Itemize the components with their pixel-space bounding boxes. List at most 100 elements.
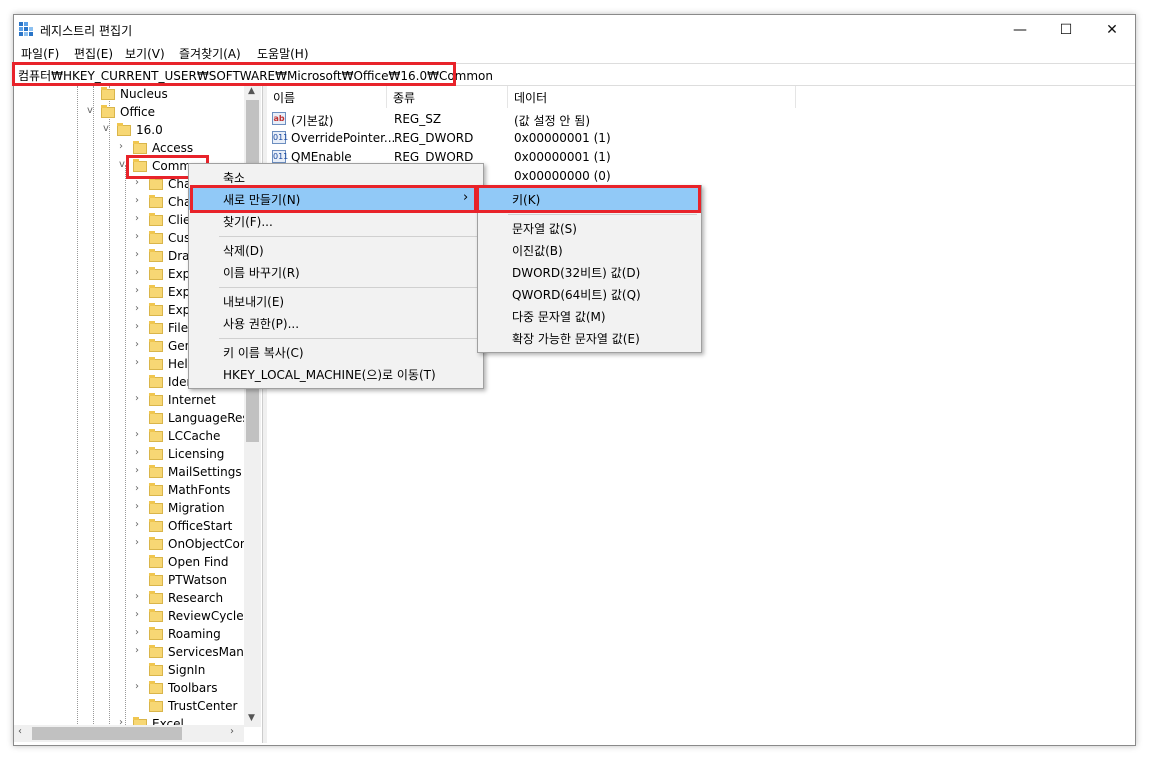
chevron-right-icon[interactable]: ›	[135, 501, 139, 512]
chevron-down-icon[interactable]: v	[103, 123, 109, 134]
submenu-item-qword[interactable]: QWORD(64비트) 값(Q)	[478, 283, 701, 305]
tree-node-label: ReviewCycle	[168, 609, 244, 623]
chevron-right-icon[interactable]: ›	[135, 303, 139, 314]
chevron-right-icon[interactable]: ›	[135, 609, 139, 620]
chevron-right-icon[interactable]: ›	[135, 267, 139, 278]
chevron-right-icon[interactable]: ›	[135, 447, 139, 458]
folder-icon	[133, 159, 147, 172]
folder-icon	[149, 231, 163, 244]
tree-node-label: OfficeStart	[168, 519, 233, 533]
menu-item-rename[interactable]: 이름 바꾸기(R)	[189, 261, 483, 283]
chevron-right-icon[interactable]: ›	[135, 519, 139, 530]
scroll-right-icon[interactable]: ›	[230, 726, 234, 737]
scroll-up-icon[interactable]: ▲	[248, 86, 255, 96]
menu-edit[interactable]: 편집(E)	[74, 45, 113, 62]
chevron-right-icon[interactable]: ›	[135, 483, 139, 494]
menu-bar: 파일(F) 편집(E) 보기(V) 즐겨찾기(A) 도움말(H)	[14, 45, 1135, 63]
chevron-right-icon[interactable]: ›	[135, 393, 139, 404]
folder-icon	[149, 447, 163, 460]
tree-horizontal-scrollbar[interactable]: ‹ ›	[14, 725, 244, 742]
menu-file[interactable]: 파일(F)	[21, 45, 59, 62]
chevron-right-icon[interactable]: ›	[135, 537, 139, 548]
value-row[interactable]: 011 OverridePointer... REG_DWORD 0x00000…	[267, 129, 767, 148]
chevron-right-icon[interactable]: ›	[135, 285, 139, 296]
scroll-thumb[interactable]	[32, 727, 182, 740]
menu-view[interactable]: 보기(V)	[125, 45, 165, 62]
folder-icon	[101, 105, 115, 118]
close-button[interactable]: ✕	[1089, 15, 1135, 45]
binary-value-icon: 011	[272, 150, 289, 163]
folder-icon	[149, 573, 163, 586]
menu-item-copy-key-name[interactable]: 키 이름 복사(C)	[189, 341, 483, 363]
chevron-right-icon[interactable]: ›	[135, 339, 139, 350]
menu-item-new[interactable]: 새로 만들기(N) ›	[189, 188, 483, 210]
chevron-right-icon[interactable]: ›	[135, 645, 139, 656]
folder-icon	[149, 303, 163, 316]
chevron-right-icon[interactable]: ›	[135, 195, 139, 206]
column-type[interactable]: 종류	[387, 86, 508, 108]
chevron-down-icon[interactable]: v	[119, 159, 125, 170]
chevron-right-icon[interactable]: ›	[135, 321, 139, 332]
registry-app-icon	[19, 22, 33, 36]
binary-value-icon: 011	[272, 131, 289, 144]
submenu-item-string[interactable]: 문자열 값(S)	[478, 217, 701, 239]
menu-item-find[interactable]: 찾기(F)...	[189, 210, 483, 232]
folder-icon	[149, 555, 163, 568]
tree-node-label: MathFonts	[168, 483, 231, 497]
menu-separator	[219, 236, 479, 237]
chevron-right-icon[interactable]: ›	[135, 357, 139, 368]
chevron-right-icon[interactable]: ›	[135, 213, 139, 224]
folder-icon	[149, 591, 163, 604]
chevron-right-icon[interactable]: ›	[119, 141, 123, 152]
chevron-right-icon[interactable]: ›	[135, 429, 139, 440]
folder-icon	[149, 663, 163, 676]
submenu-item-expandable-string[interactable]: 확장 가능한 문자열 값(E)	[478, 327, 701, 349]
submenu-item-key[interactable]: 키(K)	[478, 188, 701, 210]
submenu-item-dword[interactable]: DWORD(32비트) 값(D)	[478, 261, 701, 283]
folder-icon	[133, 141, 147, 154]
tree-node-label: Internet	[168, 393, 216, 407]
chevron-right-icon[interactable]: ›	[135, 591, 139, 602]
submenu-item-multi-string[interactable]: 다중 문자열 값(M)	[478, 305, 701, 327]
submenu-item-binary[interactable]: 이진값(B)	[478, 239, 701, 261]
address-bar[interactable]: 컴퓨터₩HKEY_CURRENT_USER₩SOFTWARE₩Microsoft…	[14, 63, 1135, 86]
scroll-left-icon[interactable]: ‹	[18, 726, 22, 737]
folder-icon	[149, 213, 163, 226]
menu-item-permissions[interactable]: 사용 권한(P)...	[189, 312, 483, 334]
tree-node-label: LanguageReso	[168, 411, 256, 425]
maximize-button[interactable]: ☐	[1043, 15, 1089, 45]
tree-node-label: Exp	[168, 267, 191, 281]
menu-item-goto-hklm[interactable]: HKEY_LOCAL_MACHINE(으)로 이동(T)	[189, 363, 483, 385]
chevron-down-icon[interactable]: v	[87, 105, 93, 116]
folder-icon	[149, 627, 163, 640]
folder-icon	[149, 321, 163, 334]
tree-node-label: LCCache	[168, 429, 221, 443]
title-bar: 레지스트리 편집기 — ☐ ✕	[14, 15, 1135, 45]
tree-node-label: Exp	[168, 285, 191, 299]
submenu-arrow-icon: ›	[463, 190, 469, 205]
menu-item-delete[interactable]: 삭제(D)	[189, 239, 483, 261]
chevron-right-icon[interactable]: ›	[135, 231, 139, 242]
chevron-right-icon[interactable]: ›	[135, 177, 139, 188]
menu-help[interactable]: 도움말(H)	[257, 45, 309, 62]
menu-item-export[interactable]: 내보내기(E)	[189, 290, 483, 312]
column-data[interactable]: 데이터	[508, 86, 796, 108]
chevron-right-icon[interactable]: ›	[135, 627, 139, 638]
value-row[interactable]: ab (기본값) REG_SZ (값 설정 안 됨)	[267, 110, 767, 129]
column-name[interactable]: 이름	[267, 86, 387, 108]
address-path[interactable]: 컴퓨터₩HKEY_CURRENT_USER₩SOFTWARE₩Microsoft…	[18, 67, 493, 84]
menu-favorites[interactable]: 즐겨찾기(A)	[179, 45, 241, 62]
tree-node-label: ServicesMana	[168, 645, 252, 659]
chevron-right-icon[interactable]: ›	[135, 465, 139, 476]
folder-icon	[149, 285, 163, 298]
minimize-button[interactable]: —	[997, 15, 1043, 45]
menu-item-collapse[interactable]: 축소	[189, 166, 483, 188]
folder-icon	[149, 699, 163, 712]
folder-icon	[149, 267, 163, 280]
chevron-right-icon[interactable]: ›	[135, 681, 139, 692]
chevron-right-icon[interactable]: ›	[135, 249, 139, 260]
tree-node-label: Toolbars	[168, 681, 218, 695]
folder-icon	[117, 123, 131, 136]
tree-node-label: Roaming	[168, 627, 221, 641]
scroll-down-icon[interactable]: ▼	[248, 713, 255, 723]
